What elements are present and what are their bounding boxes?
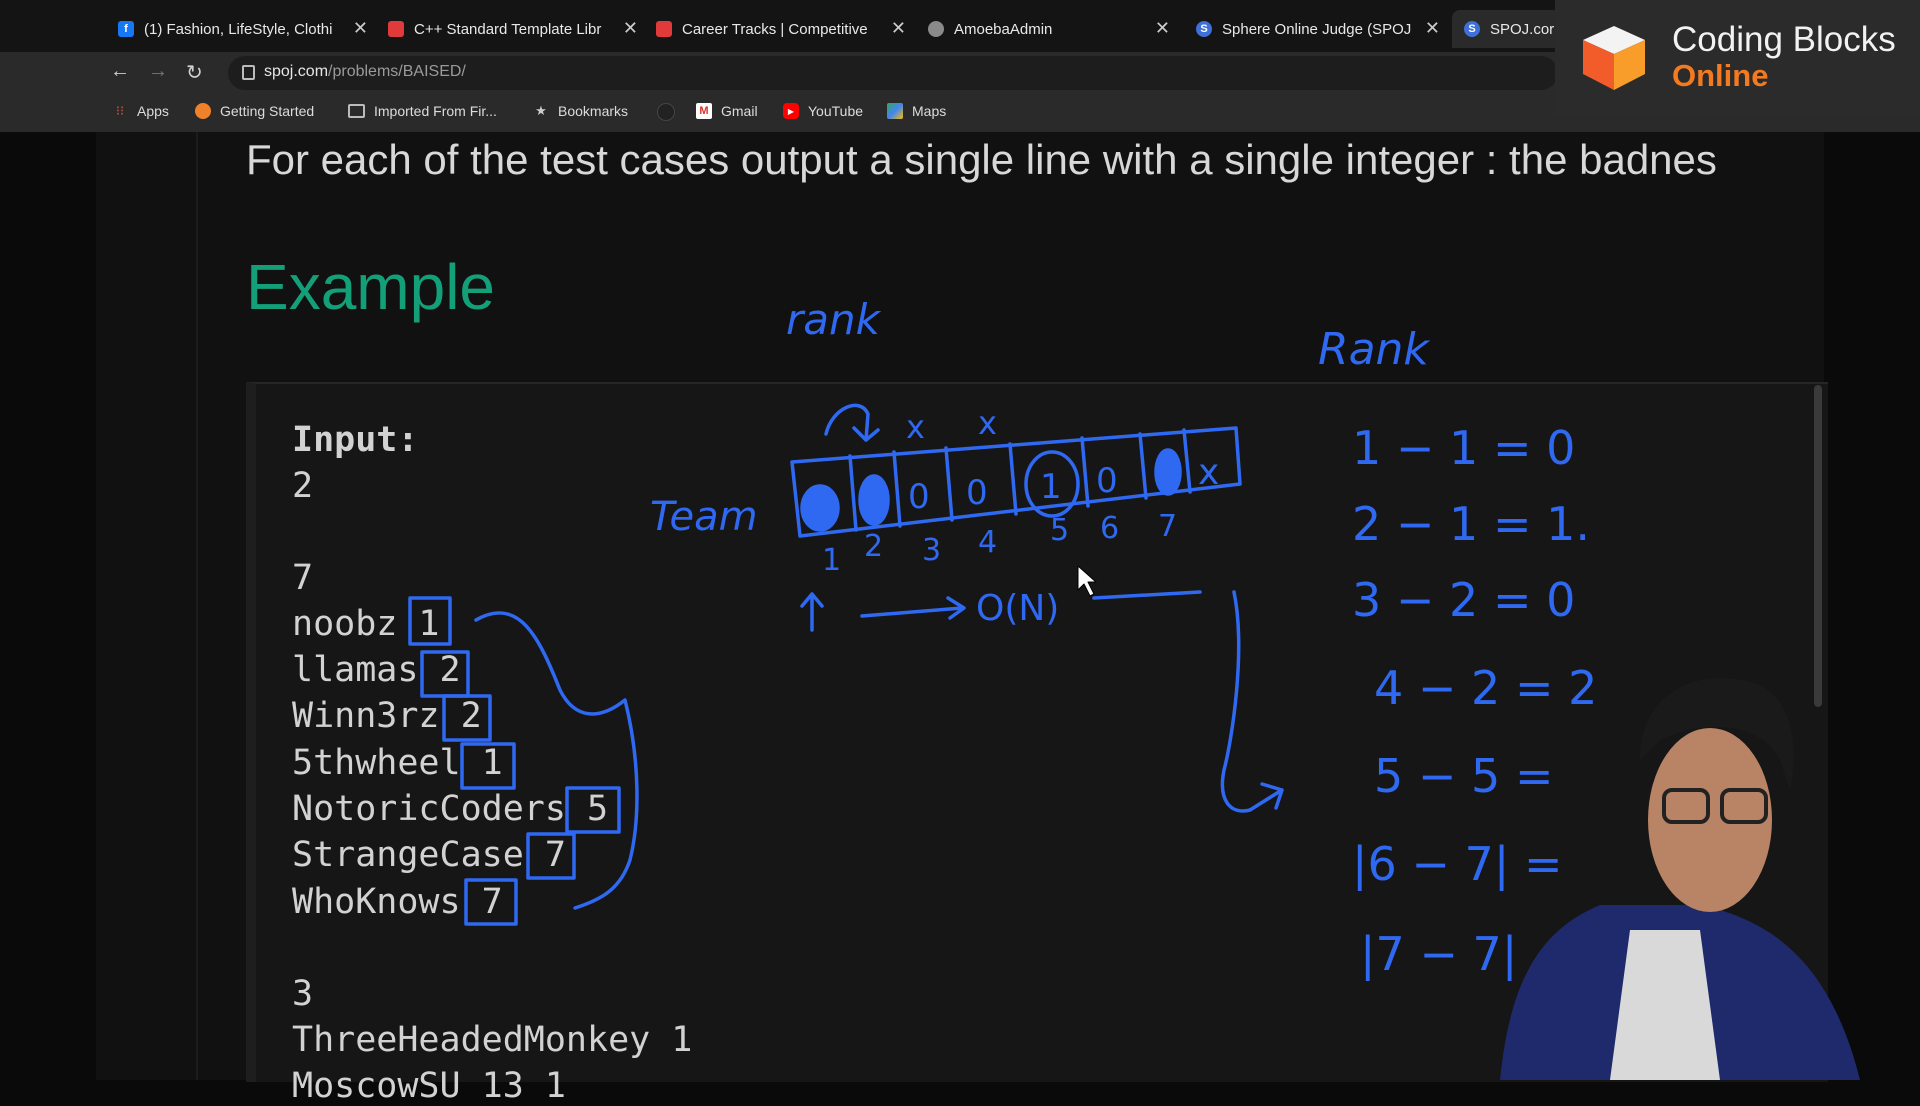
logo-text-line1: Coding Blocks xyxy=(1672,20,1896,59)
cube-logo-icon xyxy=(1583,26,1645,90)
coding-blocks-logo: Coding Blocks Online xyxy=(1555,0,1920,116)
webcam-presenter xyxy=(1500,678,1860,1080)
logo-text-line2: Online xyxy=(1672,58,1769,93)
